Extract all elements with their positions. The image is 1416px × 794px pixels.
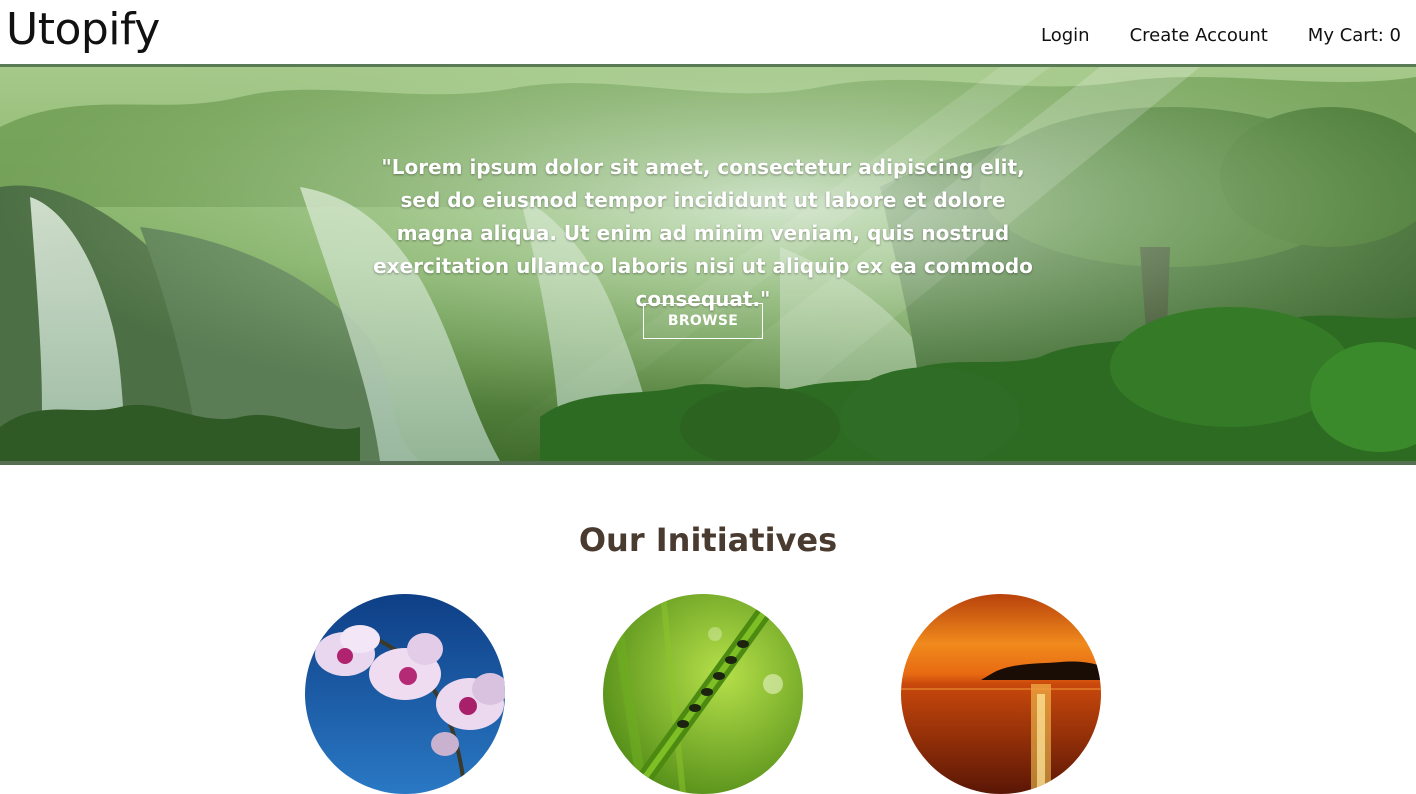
initiative-ants-image[interactable]: [603, 594, 803, 794]
sunset-lake-image: [901, 594, 1101, 794]
cart-link[interactable]: My Cart: 0: [1308, 24, 1401, 48]
ants-on-grass-image: [603, 594, 803, 794]
hero-quote: "Lorem ipsum dolor sit amet, consectetur…: [373, 155, 1033, 311]
initiative-orchid-image[interactable]: [305, 594, 505, 794]
login-link[interactable]: Login: [1041, 24, 1090, 48]
main-nav: Login Create Account My Cart: 0: [1041, 24, 1401, 48]
browse-button[interactable]: BROWSE: [643, 303, 763, 339]
initiatives-title: Our Initiatives: [578, 521, 838, 559]
site-header: Utopify Login Create Account My Cart: 0: [0, 0, 1416, 64]
hero-banner: "Lorem ipsum dolor sit amet, consectetur…: [0, 64, 1416, 465]
initiative-sunset-image[interactable]: [901, 594, 1101, 794]
create-account-link[interactable]: Create Account: [1130, 24, 1268, 48]
site-logo[interactable]: Utopify: [6, 2, 160, 58]
orchid-image: [305, 594, 505, 794]
